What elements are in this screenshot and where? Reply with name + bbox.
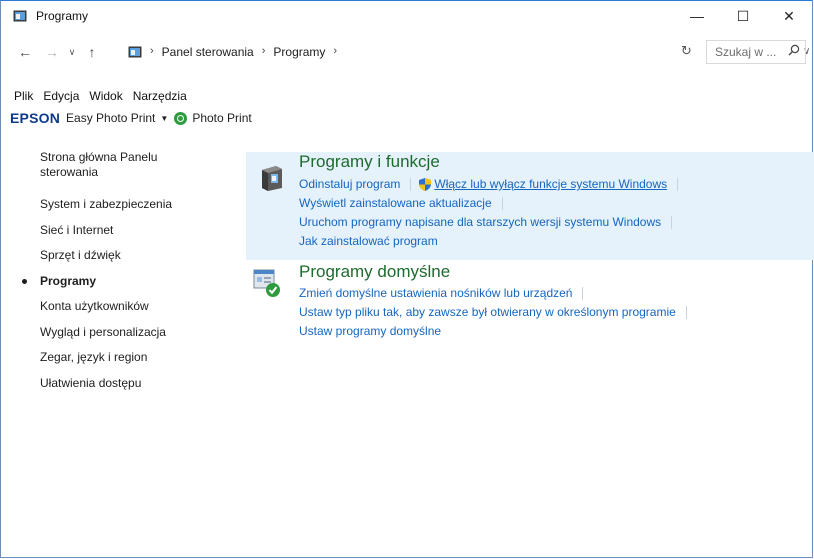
epson-toolbar: EPSON Easy Photo Print ▼ Photo Print: [10, 110, 252, 126]
epson-logo: EPSON: [10, 110, 61, 126]
compatibility-link[interactable]: Uruchom programy napisane dla starszych …: [299, 215, 661, 229]
recent-locations-button[interactable]: ∨: [65, 41, 79, 63]
sidebar-item-label: Programy: [40, 273, 97, 288]
programs-link-row-3: Uruchom programy napisane dla starszych …: [299, 215, 680, 229]
programs-link-row-1: Odinstaluj program Włącz lub wyłącz funk…: [299, 177, 686, 191]
menu-edycja[interactable]: Edycja: [38, 89, 84, 103]
programs-link-row-2: Wyświetl zainstalowane aktualizacje: [299, 196, 511, 210]
navigation-bar: ← → ∨ ↑ › Panel sterowania › Programy › …: [1, 39, 812, 65]
how-to-install-link[interactable]: Jak zainstalować program: [299, 234, 438, 248]
programs-link-row-4: Jak zainstalować program: [299, 234, 438, 248]
link-divider: [582, 286, 584, 300]
forward-button[interactable]: →: [42, 41, 62, 63]
easy-photo-print-button[interactable]: Easy Photo Print: [66, 111, 155, 125]
active-bullet-icon: [22, 278, 27, 284]
menu-plik[interactable]: Plik: [9, 89, 38, 103]
photo-print-icon: [174, 111, 188, 125]
programs-and-features-title[interactable]: Programy i funkcje: [299, 152, 440, 172]
uninstall-program-link[interactable]: Odinstaluj program: [299, 177, 400, 191]
breadcrumb-programy[interactable]: Programy: [273, 45, 325, 59]
file-type-association-link[interactable]: Ustaw typ pliku tak, aby zawsze był otwi…: [299, 305, 676, 319]
easy-photo-print-dropdown[interactable]: ▼: [160, 114, 168, 123]
autoplay-settings-link[interactable]: Zmień domyślne ustawienia nośników lub u…: [299, 286, 572, 300]
programs-and-features-icon: [262, 166, 282, 191]
sidebar-item-hardware[interactable]: Sprzęt i dźwięk: [1, 247, 236, 273]
close-button[interactable]: ✕: [766, 1, 812, 31]
back-button[interactable]: ←: [15, 41, 35, 63]
default-programs-title[interactable]: Programy domyślne: [299, 262, 450, 282]
sidebar-item-network[interactable]: Sieć i Internet: [1, 222, 236, 248]
sidebar-item-programs[interactable]: Programy: [1, 273, 236, 299]
search-box[interactable]: [706, 40, 806, 64]
control-panel-home-link[interactable]: Strona główna Panelu sterowania: [40, 150, 200, 180]
breadcrumb-separator[interactable]: ›: [150, 45, 154, 59]
default-programs-icon: [253, 269, 280, 297]
defaults-link-row-1: Zmień domyślne ustawienia nośników lub u…: [299, 286, 591, 300]
link-divider: [671, 215, 673, 229]
link-divider: [501, 196, 503, 210]
link-divider: [410, 177, 412, 191]
breadcrumb-panel-sterowania[interactable]: Panel sterowania: [162, 45, 254, 59]
sidebar-item-accounts[interactable]: Konta użytkowników: [1, 298, 236, 324]
breadcrumb-separator[interactable]: ›: [262, 45, 266, 59]
sidebar-item-appearance[interactable]: Wygląd i personalizacja: [1, 324, 236, 350]
shield-icon: [419, 177, 432, 191]
address-bar[interactable]: › Panel sterowania › Programy › ∨: [122, 40, 810, 64]
windows-features-link[interactable]: Włącz lub wyłącz funkcje systemu Windows: [434, 177, 667, 191]
link-divider: [677, 177, 679, 191]
search-icon[interactable]: [788, 44, 800, 59]
menu-widok[interactable]: Widok: [84, 89, 127, 103]
view-installed-updates-link[interactable]: Wyświetl zainstalowane aktualizacje: [299, 196, 492, 210]
breadcrumb: › Panel sterowania › Programy ›: [150, 45, 337, 59]
maximize-button[interactable]: ☐: [720, 1, 766, 31]
defaults-link-row-3: Ustaw programy domyślne: [299, 324, 441, 338]
control-panel-icon: [128, 46, 142, 58]
default-programs-section: Programy domyślne Zmień domyślne ustawie…: [246, 260, 814, 360]
main-content: Programy i funkcje Odinstaluj program Wł…: [246, 152, 814, 360]
category-list: System i zabezpieczenia Sieć i Internet …: [1, 196, 236, 400]
title-bar[interactable]: Programy — ☐ ✕: [1, 1, 812, 31]
set-default-programs-link[interactable]: Ustaw programy domyślne: [299, 324, 441, 338]
up-button[interactable]: ↑: [83, 41, 101, 63]
sidebar-item-system[interactable]: System i zabezpieczenia: [1, 196, 236, 222]
photo-print-button[interactable]: Photo Print: [192, 111, 251, 125]
search-input[interactable]: [713, 44, 785, 60]
breadcrumb-separator[interactable]: ›: [333, 45, 337, 59]
link-divider: [685, 305, 687, 319]
menu-narzedzia[interactable]: Narzędzia: [128, 89, 192, 103]
sidebar-item-clock[interactable]: Zegar, język i region: [1, 349, 236, 375]
sidebar-item-ease-of-access[interactable]: Ułatwienia dostępu: [1, 375, 236, 401]
menu-bar: Plik Edycja Widok Narzędzia: [9, 89, 192, 103]
control-panel-window: Programy — ☐ ✕ ← → ∨ ↑ › Panel sterowani…: [0, 0, 814, 558]
window-title: Programy: [36, 9, 89, 23]
programs-and-features-section: Programy i funkcje Odinstaluj program Wł…: [246, 152, 814, 260]
control-panel-icon: [13, 10, 27, 22]
defaults-link-row-2: Ustaw typ pliku tak, aby zawsze był otwi…: [299, 305, 695, 319]
minimize-button[interactable]: —: [674, 1, 720, 31]
refresh-button[interactable]: ↻: [681, 43, 692, 59]
